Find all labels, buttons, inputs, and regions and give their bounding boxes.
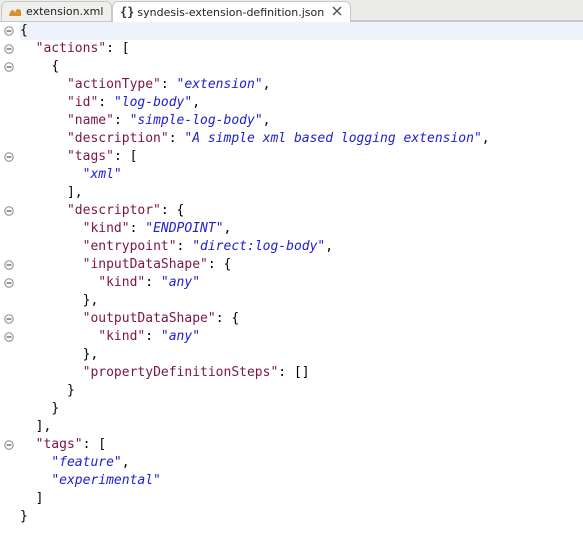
tab-label: extension.xml <box>26 5 103 18</box>
svg-text:{}: {} <box>120 5 133 19</box>
code-line[interactable]: "actions": [ <box>20 40 583 58</box>
fold-toggle[interactable] <box>0 436 18 454</box>
code-line[interactable]: ] <box>20 490 583 508</box>
code-line[interactable]: }, <box>20 346 583 364</box>
fold-gutter[interactable] <box>0 22 18 526</box>
code-line[interactable]: "propertyDefinitionSteps": [] <box>20 364 583 382</box>
code-line[interactable]: "id": "log-body", <box>20 94 583 112</box>
fold-toggle <box>0 238 18 256</box>
fold-toggle <box>0 490 18 508</box>
code-line[interactable]: "actionType": "extension", <box>20 76 583 94</box>
code-line[interactable]: { <box>20 22 583 40</box>
code-area[interactable]: { "actions": [ { "actionType": "extensio… <box>18 22 583 526</box>
braces-icon: {} <box>119 5 133 19</box>
fold-toggle[interactable] <box>0 202 18 220</box>
fold-toggle <box>0 184 18 202</box>
fold-toggle[interactable] <box>0 148 18 166</box>
code-line[interactable]: "outputDataShape": { <box>20 310 583 328</box>
code-line[interactable]: "kind": "ENDPOINT", <box>20 220 583 238</box>
camel-icon <box>8 5 22 19</box>
code-line[interactable]: { <box>20 58 583 76</box>
code-line[interactable]: } <box>20 382 583 400</box>
fold-toggle <box>0 418 18 436</box>
fold-toggle <box>0 130 18 148</box>
fold-toggle[interactable] <box>0 328 18 346</box>
fold-toggle <box>0 382 18 400</box>
fold-toggle <box>0 472 18 490</box>
code-line[interactable]: "experimental" <box>20 472 583 490</box>
code-line[interactable]: "inputDataShape": { <box>20 256 583 274</box>
code-line[interactable]: "kind": "any" <box>20 274 583 292</box>
fold-toggle <box>0 76 18 94</box>
fold-toggle <box>0 112 18 130</box>
fold-toggle <box>0 346 18 364</box>
tab-syndesis-json[interactable]: {} syndesis-extension-definition.json <box>112 1 351 22</box>
fold-toggle[interactable] <box>0 274 18 292</box>
fold-toggle[interactable] <box>0 256 18 274</box>
fold-toggle <box>0 292 18 310</box>
code-line[interactable]: "kind": "any" <box>20 328 583 346</box>
fold-toggle <box>0 508 18 526</box>
code-line[interactable]: ], <box>20 418 583 436</box>
code-line[interactable]: "tags": [ <box>20 436 583 454</box>
fold-toggle <box>0 166 18 184</box>
fold-toggle[interactable] <box>0 22 18 40</box>
tab-label: syndesis-extension-definition.json <box>137 6 324 19</box>
fold-toggle[interactable] <box>0 40 18 58</box>
code-line[interactable]: "description": "A simple xml based loggi… <box>20 130 583 148</box>
tab-bar: extension.xml {} syndesis-extension-defi… <box>0 0 583 22</box>
code-line[interactable]: } <box>20 400 583 418</box>
code-line[interactable]: "xml" <box>20 166 583 184</box>
fold-toggle <box>0 364 18 382</box>
code-line[interactable]: ], <box>20 184 583 202</box>
code-line[interactable]: "descriptor": { <box>20 202 583 220</box>
fold-toggle <box>0 400 18 418</box>
code-line[interactable]: "feature", <box>20 454 583 472</box>
fold-toggle[interactable] <box>0 310 18 328</box>
code-line[interactable]: "tags": [ <box>20 148 583 166</box>
fold-toggle <box>0 454 18 472</box>
close-icon[interactable] <box>332 6 342 19</box>
code-line[interactable]: "entrypoint": "direct:log-body", <box>20 238 583 256</box>
fold-toggle[interactable] <box>0 58 18 76</box>
json-editor[interactable]: { "actions": [ { "actionType": "extensio… <box>0 22 583 526</box>
code-line[interactable]: }, <box>20 292 583 310</box>
fold-toggle <box>0 94 18 112</box>
fold-toggle <box>0 220 18 238</box>
code-line[interactable]: "name": "simple-log-body", <box>20 112 583 130</box>
tab-extension-xml[interactable]: extension.xml <box>1 1 112 21</box>
code-line[interactable]: } <box>20 508 583 526</box>
